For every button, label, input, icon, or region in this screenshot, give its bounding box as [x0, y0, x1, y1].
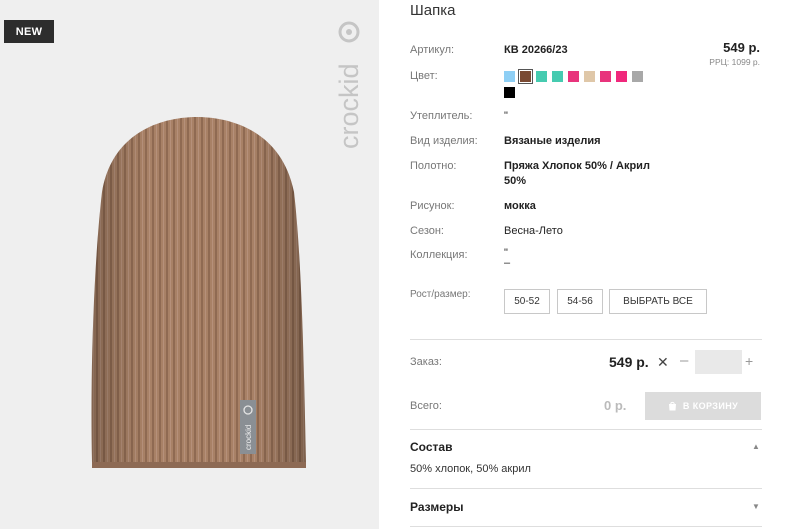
collection-label: Коллекция: [410, 249, 468, 261]
type-value: Вязаные изделия [504, 135, 601, 147]
order-label: Заказ: [410, 356, 442, 368]
color-swatch[interactable] [504, 87, 515, 98]
svg-text:crockid: crockid [244, 425, 253, 450]
fabric-label: Полотно: [410, 160, 457, 172]
color-swatch[interactable] [536, 71, 547, 82]
color-swatch[interactable] [584, 71, 595, 82]
insulation-value: " [504, 110, 508, 122]
brand-logo: crockid [334, 21, 364, 149]
select-all-sizes-button[interactable]: ВЫБРАТЬ ВСЕ [609, 289, 707, 314]
insulation-label: Утеплитель: [410, 110, 473, 122]
pattern-label: Рисунок: [410, 200, 455, 212]
size-option-50-52[interactable]: 50-52 [504, 289, 550, 314]
composition-text: 50% хлопок, 50% акрил [410, 463, 531, 475]
chevron-down-icon[interactable]: ▼ [752, 502, 760, 511]
composition-title[interactable]: Состав [410, 440, 452, 454]
color-label: Цвет: [410, 70, 438, 82]
fabric-value-line2: 50% [504, 175, 527, 187]
recommended-retail-price: РРЦ: 1099 р. [709, 57, 760, 67]
article-value: КВ 20266/23 [504, 44, 568, 56]
color-swatch[interactable] [600, 71, 611, 82]
divider [410, 488, 762, 489]
color-swatch[interactable] [518, 69, 533, 84]
fabric-value-line1: Пряжа Хлопок 50% / Акрил [504, 160, 650, 172]
color-swatch[interactable] [504, 71, 515, 82]
add-to-cart-label: В КОРЗИНУ [682, 401, 739, 411]
increment-button[interactable]: + [745, 353, 753, 369]
product-price: 549 р. [723, 40, 760, 55]
total-value: 0 р. [604, 398, 627, 413]
brand-logo-text: crockid [334, 63, 364, 149]
total-label: Всего: [410, 400, 442, 412]
sizes-section-title[interactable]: Размеры [410, 500, 463, 514]
color-swatch[interactable] [616, 71, 627, 82]
decrement-button[interactable]: – [680, 352, 688, 369]
order-price: 549 р. [609, 354, 649, 370]
season-label: Сезон: [410, 225, 444, 237]
product-image-panel: NEW crockid crockid [0, 0, 379, 529]
divider [410, 339, 762, 340]
color-swatch[interactable] [552, 71, 563, 82]
season-value: Весна-Лето [504, 225, 563, 237]
add-to-cart-button[interactable]: В КОРЗИНУ [645, 392, 761, 420]
pattern-value: мокка [504, 200, 536, 212]
multiply-icon: ✕ [657, 354, 669, 370]
color-swatch[interactable] [632, 71, 643, 82]
type-label: Вид изделия: [410, 135, 478, 147]
size-label: Рост/размер: [410, 289, 471, 300]
divider [410, 429, 762, 430]
collection-value-line2: – [504, 257, 511, 269]
knit-hat-image: crockid [91, 117, 307, 468]
article-label: Артикул: [410, 44, 455, 56]
bag-icon [668, 401, 676, 411]
divider [410, 526, 762, 527]
size-option-54-56[interactable]: 54-56 [557, 289, 603, 314]
new-badge: NEW [4, 20, 54, 43]
chevron-up-icon[interactable]: ▲ [752, 442, 760, 451]
color-swatch[interactable] [568, 71, 579, 82]
product-title: Шапка [410, 2, 456, 19]
quantity-input[interactable] [695, 350, 742, 374]
